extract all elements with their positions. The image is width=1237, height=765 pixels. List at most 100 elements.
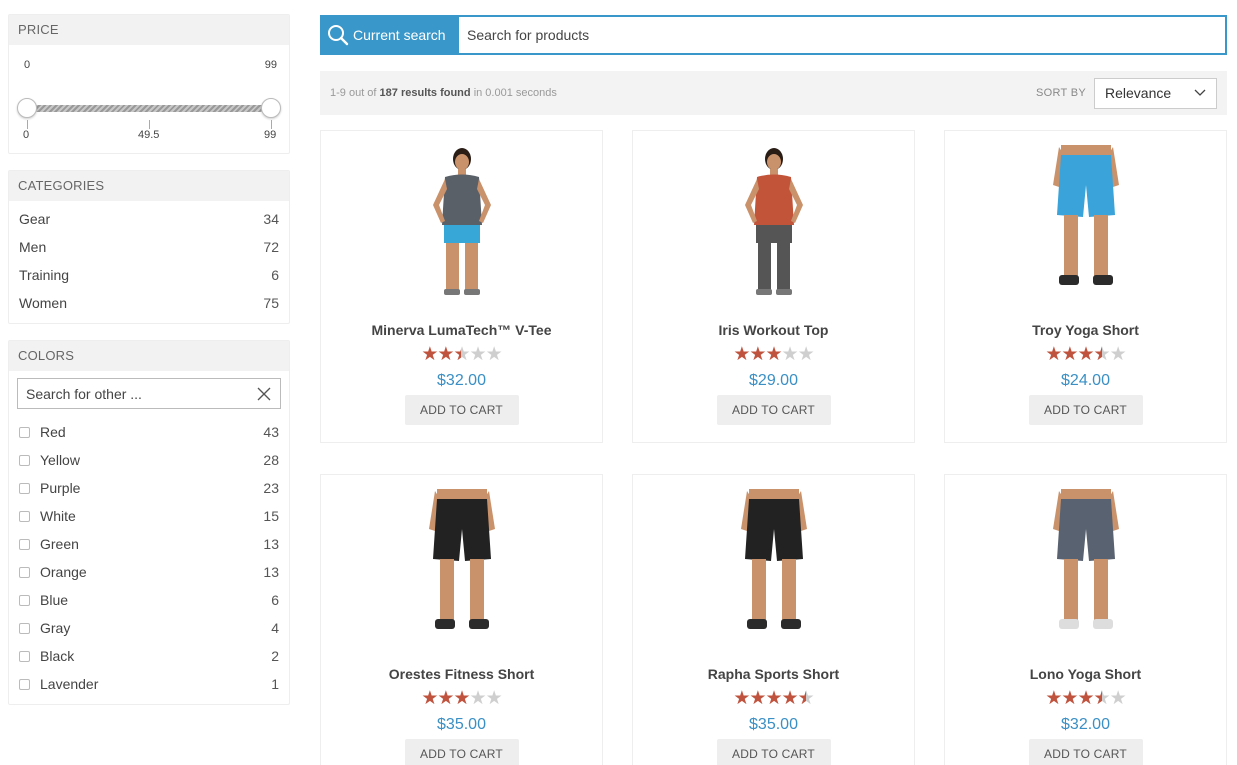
color-label: Green <box>40 536 79 552</box>
product-name[interactable]: Minerva LumaTech™ V-Tee <box>321 322 602 338</box>
color-item-red[interactable]: Red 43 <box>9 418 289 446</box>
sort-control: SORT BY Relevance <box>1036 77 1217 109</box>
add-to-cart-button[interactable]: ADD TO CART <box>404 395 519 425</box>
close-icon[interactable] <box>256 386 272 402</box>
star-empty-icon: ★ <box>469 344 487 365</box>
category-item-women[interactable]: Women 75 <box>9 289 289 317</box>
star-full-icon: ★ <box>765 344 782 365</box>
color-checkbox[interactable] <box>19 678 30 690</box>
color-checkbox[interactable] <box>19 538 30 550</box>
add-to-cart-button[interactable]: ADD TO CART <box>1028 739 1143 765</box>
star-full-icon: ★ <box>421 344 438 365</box>
color-item-green[interactable]: Green 13 <box>9 530 289 558</box>
color-search-input[interactable] <box>26 385 236 402</box>
product-price: $35.00 <box>749 716 798 733</box>
star-full-icon: ★ <box>1061 344 1078 365</box>
product-name[interactable]: Iris Workout Top <box>633 322 914 338</box>
color-item-gray[interactable]: Gray 4 <box>9 614 289 642</box>
price-slider-max-handle[interactable] <box>261 98 281 118</box>
color-checkbox[interactable] <box>19 594 30 606</box>
price-slider-area: 0 99 0 49.5 99 <box>9 45 289 155</box>
price-slider-min-handle[interactable] <box>17 98 37 118</box>
product-name[interactable]: Troy Yoga Short <box>945 322 1226 338</box>
price-tick-label: 0 <box>23 129 30 141</box>
color-item-yellow[interactable]: Yellow 28 <box>9 446 289 474</box>
woman-top-icon[interactable] <box>719 145 829 297</box>
color-item-purple[interactable]: Purple 23 <box>9 474 289 502</box>
product-card[interactable]: Troy Yoga Short ★★★★★★ $24.00 ADD TO CAR… <box>944 130 1227 443</box>
star-full-icon: ★ <box>453 688 470 709</box>
category-item-gear[interactable]: Gear 34 <box>9 205 289 233</box>
product-card[interactable]: Iris Workout Top ★★★★★ $29.00 ADD TO CAR… <box>632 130 915 443</box>
category-count: 72 <box>263 239 279 255</box>
product-search-input[interactable] <box>459 17 1225 53</box>
star-empty-icon: ★ <box>1109 688 1127 709</box>
filters-sidebar: PRICE 0 99 0 49.5 99 CATEGORIES Gear 34 … <box>8 14 290 721</box>
color-checkbox[interactable] <box>19 622 30 634</box>
color-checkbox[interactable] <box>19 566 30 578</box>
product-price: $32.00 <box>1061 716 1110 733</box>
star-full-icon: ★ <box>781 688 799 709</box>
color-item-white[interactable]: White 15 <box>9 502 289 530</box>
star-half-icon: ★★ <box>1093 688 1111 709</box>
woman-tee-icon[interactable] <box>407 145 517 297</box>
star-full-icon: ★ <box>1045 344 1062 365</box>
star-empty-icon: ★ <box>1109 344 1127 365</box>
current-search-label: Current search <box>353 27 446 43</box>
product-name[interactable]: Rapha Sports Short <box>633 666 914 682</box>
star-full-icon: ★ <box>749 688 766 709</box>
search-icon <box>328 25 349 46</box>
product-name[interactable]: Lono Yoga Short <box>945 666 1226 682</box>
color-label: Red <box>40 424 66 440</box>
color-item-lavender[interactable]: Lavender 1 <box>9 670 289 698</box>
star-full-icon: ★ <box>765 688 782 709</box>
product-card[interactable]: Lono Yoga Short ★★★★★★ $32.00 ADD TO CAR… <box>944 474 1227 765</box>
colors-filter-panel: COLORS Red 43 Yellow 28 Purple 23 White <box>8 340 290 705</box>
color-checkbox[interactable] <box>19 482 30 494</box>
product-card[interactable]: Rapha Sports Short ★★★★★★ $35.00 ADD TO … <box>632 474 915 765</box>
color-item-orange[interactable]: Orange 13 <box>9 558 289 586</box>
star-empty-icon: ★ <box>485 688 503 709</box>
color-label: Black <box>40 648 75 664</box>
price-slider-track[interactable] <box>27 105 271 112</box>
star-empty-icon: ★ <box>797 344 815 365</box>
sort-label: SORT BY <box>1036 87 1086 99</box>
color-item-black[interactable]: Black 2 <box>9 642 289 670</box>
results-range: 1-9 out of <box>330 87 377 99</box>
color-search-box <box>17 378 281 409</box>
color-checkbox[interactable] <box>19 454 30 466</box>
category-item-training[interactable]: Training 6 <box>9 261 289 289</box>
category-item-men[interactable]: Men 72 <box>9 233 289 261</box>
color-label: Purple <box>40 480 81 496</box>
sort-select[interactable]: Relevance <box>1094 77 1217 109</box>
man-shorts-gray-icon[interactable] <box>1031 489 1141 641</box>
color-label: Orange <box>40 564 87 580</box>
price-filter-panel: PRICE 0 99 0 49.5 99 <box>8 14 290 154</box>
color-item-blue[interactable]: Blue 6 <box>9 586 289 614</box>
star-full-icon: ★ <box>733 344 750 365</box>
man-shorts-black-icon[interactable] <box>719 489 829 641</box>
color-count: 2 <box>271 648 279 664</box>
star-full-icon: ★ <box>437 688 454 709</box>
add-to-cart-button[interactable]: ADD TO CART <box>716 739 831 765</box>
color-count: 4 <box>271 620 279 636</box>
color-checkbox[interactable] <box>19 650 30 662</box>
product-card[interactable]: Orestes Fitness Short ★★★★★ $35.00 ADD T… <box>320 474 603 765</box>
add-to-cart-button[interactable]: ADD TO CART <box>716 395 831 425</box>
add-to-cart-button[interactable]: ADD TO CART <box>1028 395 1143 425</box>
color-checkbox[interactable] <box>19 510 30 522</box>
product-rating: ★★★★★ <box>633 345 914 365</box>
star-full-icon: ★ <box>437 344 454 365</box>
category-count: 34 <box>263 211 279 227</box>
add-to-cart-button[interactable]: ADD TO CART <box>404 739 519 765</box>
product-card[interactable]: Minerva LumaTech™ V-Tee ★★★★★★ $32.00 AD… <box>320 130 603 443</box>
product-name[interactable]: Orestes Fitness Short <box>321 666 602 682</box>
man-shorts-black-icon[interactable] <box>407 489 517 641</box>
product-rating: ★★★★★★ <box>633 689 914 709</box>
color-checkbox[interactable] <box>19 426 30 438</box>
color-count: 23 <box>263 480 279 496</box>
man-shorts-blue-icon[interactable] <box>1031 145 1141 297</box>
star-full-icon: ★ <box>1077 688 1094 709</box>
product-rating: ★★★★★ <box>321 689 602 709</box>
current-search-button[interactable]: Current search <box>322 17 459 53</box>
